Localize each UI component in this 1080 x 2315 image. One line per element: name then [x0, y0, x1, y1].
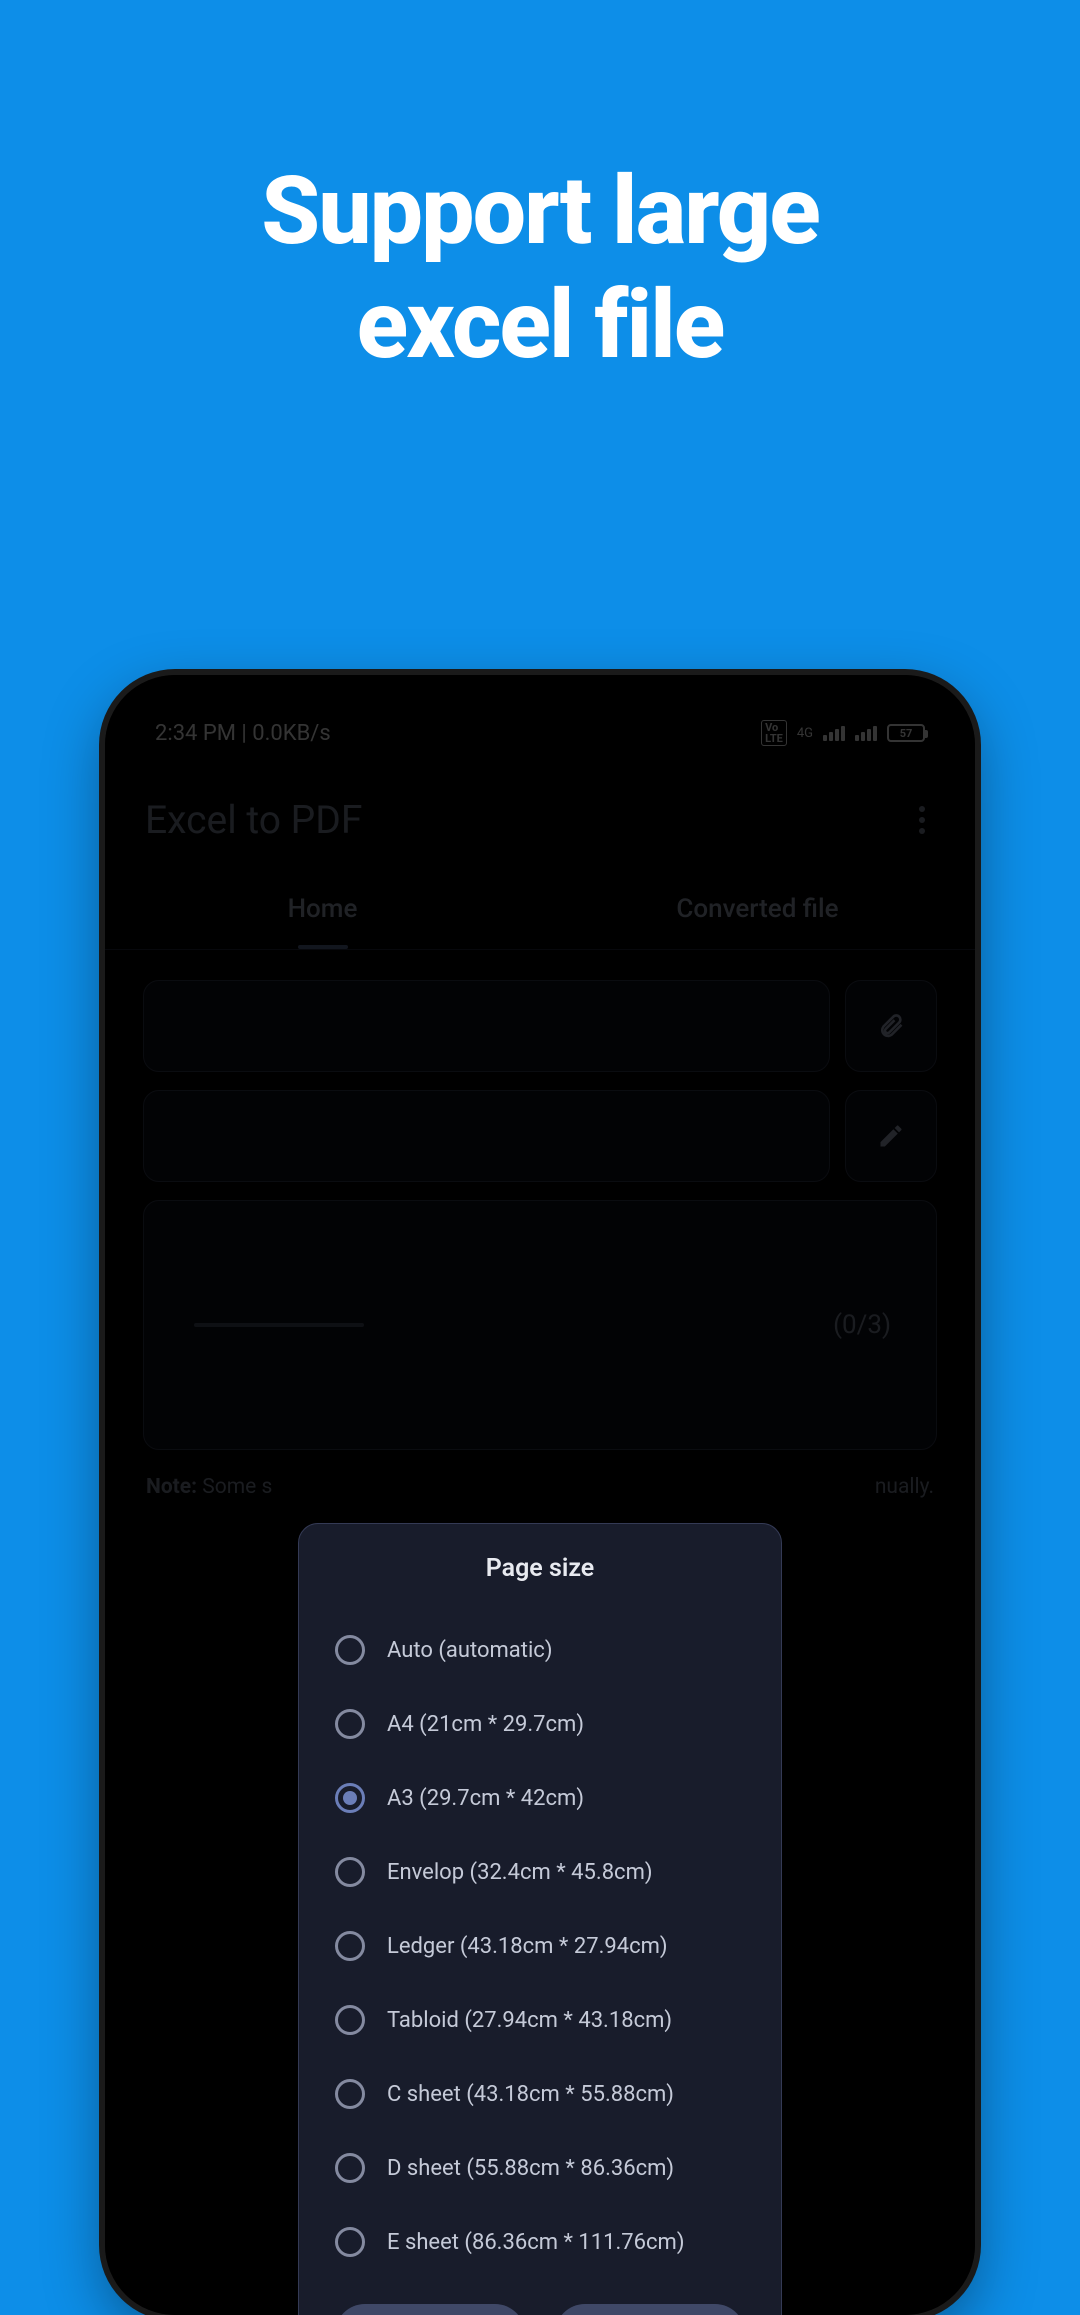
- radio-label: Auto (automatic): [387, 1638, 552, 1663]
- radio-label: A3 (29.7cm * 42cm): [387, 1786, 584, 1811]
- radio-option[interactable]: A4 (21cm * 29.7cm): [329, 1687, 751, 1761]
- radio-option[interactable]: Envelop (32.4cm * 45.8cm): [329, 1835, 751, 1909]
- page-size-dialog: Page size Auto (automatic) A4 (21cm * 29.…: [298, 1523, 782, 2315]
- marketing-line1: Support large: [261, 156, 819, 267]
- radio-label: Envelop (32.4cm * 45.8cm): [387, 1860, 653, 1885]
- radio-group: Auto (automatic) A4 (21cm * 29.7cm) A3 (29…: [329, 1613, 751, 2279]
- radio-icon: [335, 1709, 365, 1739]
- phone-frame: 2:34 PM | 0.0KB/s VoLTE 4G 57 Excel to P…: [105, 675, 975, 2315]
- radio-icon: [335, 2153, 365, 2183]
- dialog-title: Page size: [329, 1554, 751, 1583]
- radio-option[interactable]: Ledger (43.18cm * 27.94cm): [329, 1909, 751, 1983]
- radio-option[interactable]: C sheet (43.18cm * 55.88cm): [329, 2057, 751, 2131]
- radio-label: D sheet (55.88cm * 86.36cm): [387, 2156, 674, 2181]
- cancel-button[interactable]: Cancel: [335, 2304, 525, 2315]
- radio-option[interactable]: Tabloid (27.94cm * 43.18cm): [329, 1983, 751, 2057]
- radio-icon: [335, 2079, 365, 2109]
- radio-icon: [335, 1931, 365, 1961]
- radio-icon: [335, 2005, 365, 2035]
- radio-option[interactable]: E sheet (86.36cm * 111.76cm): [329, 2205, 751, 2279]
- ok-button[interactable]: OK: [555, 2304, 745, 2315]
- radio-icon: [335, 1783, 365, 1813]
- radio-icon: [335, 1635, 365, 1665]
- radio-label: Tabloid (27.94cm * 43.18cm): [387, 2008, 672, 2033]
- marketing-line2: excel file: [357, 270, 724, 381]
- radio-option[interactable]: A3 (29.7cm * 42cm): [329, 1761, 751, 1835]
- radio-icon: [335, 1857, 365, 1887]
- radio-label: E sheet (86.36cm * 111.76cm): [387, 2230, 685, 2255]
- radio-option[interactable]: D sheet (55.88cm * 86.36cm): [329, 2131, 751, 2205]
- marketing-headline: Support large excel file: [0, 155, 1080, 383]
- radio-label: C sheet (43.18cm * 55.88cm): [387, 2082, 674, 2107]
- radio-label: Ledger (43.18cm * 27.94cm): [387, 1934, 668, 1959]
- radio-label: A4 (21cm * 29.7cm): [387, 1712, 584, 1737]
- radio-icon: [335, 2227, 365, 2257]
- radio-option[interactable]: Auto (automatic): [329, 1613, 751, 1687]
